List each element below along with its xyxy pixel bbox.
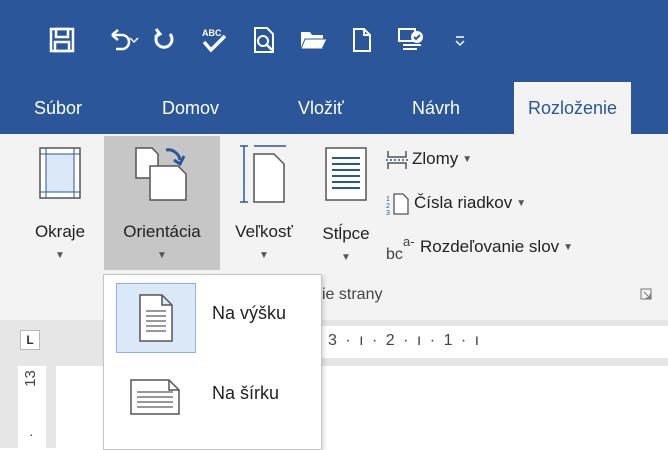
hyphenation-button[interactable]: bc a- Rozdeľovanie slov ▼ [386, 232, 573, 262]
orientation-option-portrait[interactable]: Na výšku [110, 279, 319, 355]
columns-button[interactable]: Stĺpce ▼ [312, 138, 380, 268]
orientation-icon [135, 147, 187, 201]
margins-label: Okraje [34, 222, 86, 241]
portrait-page-icon [116, 283, 196, 353]
page-setup-group-label: ie strany [322, 286, 383, 303]
margins-button[interactable]: Okraje ▼ [20, 138, 100, 268]
orientation-dropdown: Na výšku Na šírku [103, 274, 322, 450]
orientation-option-label: Na šírku [212, 383, 280, 403]
tab-domov[interactable]: Domov [162, 82, 219, 134]
breaks-label: Zlomy [412, 149, 459, 168]
landscape-page-icon [116, 363, 194, 431]
margins-icon [39, 147, 81, 199]
size-button[interactable]: Veľkosť ▼ [222, 138, 306, 268]
hyphenation-icon: bc a- [386, 235, 415, 261]
svg-text:ABC: ABC [202, 28, 222, 38]
vertical-ruler[interactable]: 13 · [18, 366, 46, 448]
line-numbers-label: Čísla riadkov [414, 193, 513, 212]
svg-text:2: 2 [386, 203, 390, 210]
new-document-icon[interactable] [342, 20, 382, 60]
tab-vlozit[interactable]: Vložiť [298, 82, 344, 134]
dialog-launcher-icon[interactable] [640, 288, 652, 300]
chevron-down-icon: ▼ [516, 197, 527, 209]
orientation-button[interactable]: Orientácia ▼ [104, 136, 220, 270]
breaks-icon [386, 150, 408, 169]
size-icon [240, 145, 286, 203]
undo-dropdown-icon[interactable] [124, 20, 144, 60]
quick-access-toolbar: ABC [0, 0, 668, 82]
ribbon-tabs: Súbor Domov Vložiť Návrh Rozloženie [0, 82, 668, 134]
hyphenation-label: Rozdeľovanie slov [420, 237, 560, 256]
open-icon[interactable] [294, 20, 334, 60]
tab-subor[interactable]: Súbor [34, 82, 82, 134]
customize-dropdown-icon[interactable] [440, 20, 480, 60]
spelling-icon[interactable]: ABC [194, 20, 234, 60]
vertical-ruler-mark: · [29, 426, 34, 442]
chevron-down-icon: ▼ [341, 252, 351, 263]
tab-selector[interactable]: L [20, 330, 40, 350]
ruler-marks: 3 · ı · 2 · ı · 1 · ı [328, 332, 482, 349]
touch-mode-icon[interactable] [390, 20, 430, 60]
orientation-option-landscape[interactable]: Na šírku [110, 359, 319, 435]
svg-text:1: 1 [386, 196, 390, 203]
svg-text:3: 3 [386, 210, 390, 216]
horizontal-ruler[interactable]: 3 · ı · 2 · ı · 1 · ı [320, 326, 668, 358]
chevron-down-icon: ▼ [462, 153, 473, 165]
orientation-option-label: Na výšku [212, 303, 287, 323]
chevron-down-icon: ▼ [55, 250, 65, 261]
size-label: Veľkosť [235, 222, 293, 241]
chevron-down-icon: ▼ [157, 250, 167, 261]
vertical-ruler-number: 13 [21, 370, 39, 387]
print-preview-icon[interactable] [244, 20, 284, 60]
redo-icon[interactable] [144, 20, 184, 60]
columns-label: Stĺpce [322, 224, 370, 243]
columns-icon [325, 147, 367, 201]
line-numbers-icon: 1 2 3 [386, 192, 409, 216]
svg-text:a-: a- [403, 235, 415, 249]
orientation-label: Orientácia [123, 222, 201, 241]
svg-text:bc: bc [386, 246, 403, 261]
chevron-down-icon: ▼ [259, 250, 269, 261]
tab-rozlozenie[interactable]: Rozloženie [514, 82, 632, 134]
chevron-down-icon: ▼ [563, 241, 574, 253]
breaks-button[interactable]: Zlomy ▼ [386, 144, 472, 174]
tab-navrh[interactable]: Návrh [412, 82, 460, 134]
save-icon[interactable] [42, 20, 82, 60]
line-numbers-button[interactable]: 1 2 3 Čísla riadkov ▼ [386, 188, 526, 218]
